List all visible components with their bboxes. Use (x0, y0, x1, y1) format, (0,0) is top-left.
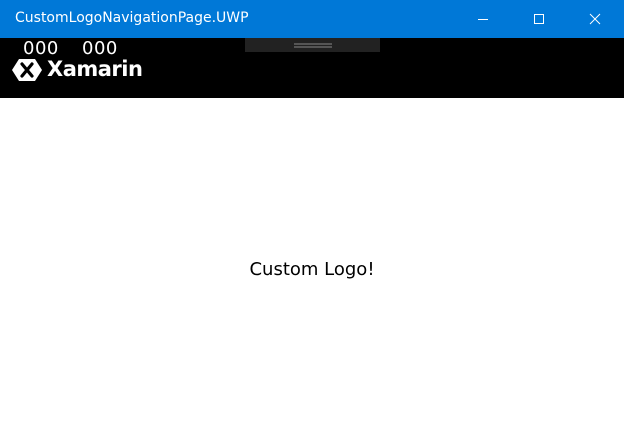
counter-left: 000 (23, 38, 59, 59)
close-icon (589, 13, 601, 25)
window-title: CustomLogoNavigationPage.UWP (15, 10, 249, 26)
content-area: Custom Logo! (0, 98, 624, 436)
grip-icon (293, 43, 332, 47)
minimize-icon (478, 19, 488, 20)
xamarin-logo-icon (12, 59, 42, 81)
title-bar: CustomLogoNavigationPage.UWP (0, 0, 624, 38)
drag-handle[interactable] (245, 38, 380, 52)
maximize-icon (534, 14, 544, 24)
close-button[interactable] (572, 0, 618, 38)
counter-right: 000 (82, 38, 118, 59)
maximize-button[interactable] (516, 0, 562, 38)
navigation-bar: 000 000 Xamarin (0, 38, 624, 98)
content-label: Custom Logo! (249, 259, 375, 280)
minimize-button[interactable] (460, 0, 506, 38)
logo-wordmark: Xamarin (47, 57, 143, 81)
